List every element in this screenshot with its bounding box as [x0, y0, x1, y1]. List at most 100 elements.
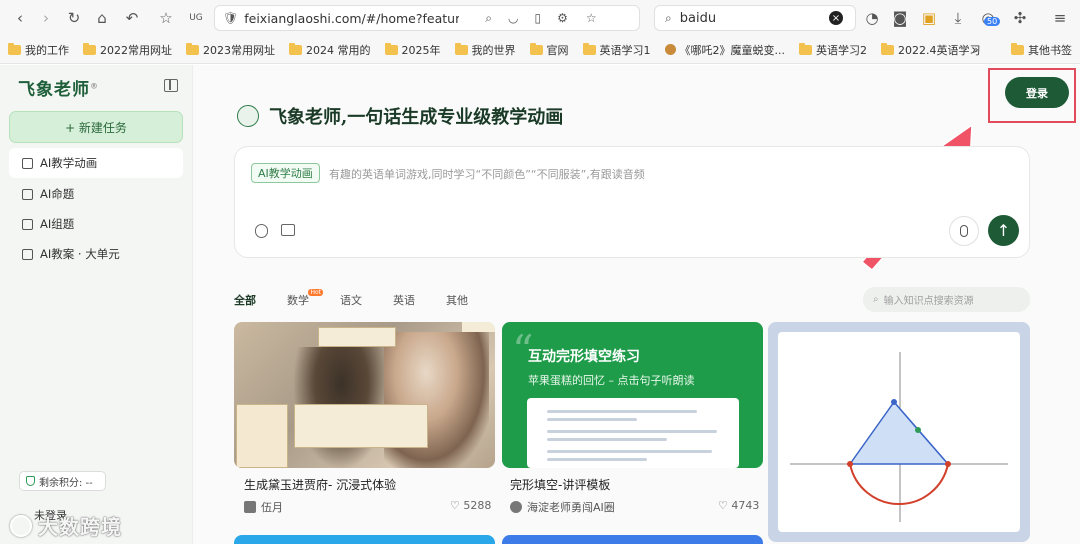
- menu-icon[interactable]: ≡: [1048, 6, 1072, 30]
- sidebar-item-ai-animation[interactable]: AI教学动画: [9, 148, 183, 178]
- undo-icon[interactable]: ↶: [120, 6, 144, 30]
- watermark: 大数跨境: [10, 511, 122, 540]
- paper-icon: [22, 218, 33, 230]
- category-tabs: 全部 数学 Hot 语文 英语 其他: [234, 289, 499, 308]
- geometry-diagram-icon: [790, 352, 1008, 522]
- folder-icon: [1011, 42, 1024, 55]
- back-icon[interactable]: ‹: [8, 6, 32, 30]
- image-icon[interactable]: [281, 224, 295, 236]
- other-bookmarks[interactable]: 其他书签: [1011, 42, 1072, 58]
- page-headline: 飞象老师,一句话生成专业级教学动画: [237, 103, 563, 129]
- secure-icon: 🛡: [223, 11, 239, 25]
- resource-card-image[interactable]: [234, 322, 495, 468]
- favicon-icon: [664, 44, 676, 55]
- attach-icon[interactable]: [255, 224, 268, 238]
- bookmark-item[interactable]: 英语学习1: [582, 42, 651, 58]
- url-text: feixianglaoshi.com/#/home?feature: [244, 10, 460, 26]
- resource-card-image[interactable]: [234, 535, 495, 544]
- folder-icon: [289, 42, 302, 55]
- folder-icon: [186, 42, 199, 55]
- card-likes[interactable]: ♡ 4743: [718, 499, 759, 512]
- folder-icon: [799, 42, 812, 55]
- sidebar-item-ai-paper[interactable]: AI组题: [9, 209, 183, 239]
- address-bar[interactable]: 🛡 feixianglaoshi.com/#/home?feature ⌕ ◡ …: [214, 5, 640, 31]
- extension-icon[interactable]: ⚙: [557, 11, 568, 25]
- zoom-icon[interactable]: ⌕: [485, 11, 492, 26]
- ug-icon[interactable]: UG: [184, 6, 208, 30]
- mic-icon: [960, 225, 968, 237]
- bookmarks-overflow[interactable]: »: [972, 43, 979, 56]
- heart-icon: ♡: [718, 499, 728, 512]
- tab-chinese[interactable]: 语文: [340, 292, 362, 308]
- bookmark-item[interactable]: 我的工作: [8, 42, 69, 58]
- puzzle-icon[interactable]: ✣: [1008, 6, 1032, 30]
- reader-icon[interactable]: ▯: [534, 11, 541, 25]
- card-title[interactable]: 完形填空-讲评模板: [510, 476, 610, 493]
- folder-icon: [454, 42, 468, 55]
- folder-icon: [384, 42, 398, 55]
- resource-card-image[interactable]: [768, 322, 1030, 542]
- avatar: [510, 501, 522, 513]
- home-icon[interactable]: ⌂: [90, 6, 114, 30]
- app-area: 飞象老师® + 新建任务 AI教学动画 AI命题 AI组题 AI教案 · 大单元…: [0, 65, 1080, 544]
- history-icon[interactable]: ◔: [860, 6, 884, 30]
- card-preview: [527, 398, 739, 468]
- sidebar: 飞象老师® + 新建任务 AI教学动画 AI命题 AI组题 AI教案 · 大单元…: [0, 65, 193, 544]
- folder-icon: [881, 42, 894, 55]
- new-task-button[interactable]: + 新建任务: [9, 111, 183, 143]
- tab-english[interactable]: 英语: [393, 292, 415, 308]
- screenshot-icon[interactable]: ◙: [888, 6, 912, 30]
- prompt-box[interactable]: AI教学动画 有趣的英语单词游戏,同时学习“不同颜色”“不同服装”,有跟读音频 …: [234, 146, 1030, 258]
- bookmark-item[interactable]: 官网: [529, 42, 569, 58]
- browser-toolbar: ‹ › ↻ ⌂ ↶ ☆ UG 🛡 feixianglaoshi.com/#/ho…: [0, 0, 1080, 36]
- resource-card-image[interactable]: “ 互动完形填空练习 苹果蛋糕的回忆 – 点击句子听朗读: [502, 322, 763, 468]
- tab-all[interactable]: 全部: [234, 292, 256, 308]
- mic-button[interactable]: [949, 216, 979, 246]
- credits-badge[interactable]: 剩余积分: --: [19, 471, 106, 491]
- mode-tag[interactable]: AI教学动画: [251, 163, 320, 183]
- hot-badge: Hot: [308, 289, 323, 296]
- watermark-logo-icon: [10, 514, 32, 537]
- animation-icon: [22, 157, 33, 169]
- resource-card-image[interactable]: [502, 535, 763, 544]
- folder-icon: [529, 42, 543, 55]
- bookmark-item[interactable]: 《哪吒2》魔童蜕变...: [664, 42, 785, 58]
- card-title[interactable]: 生成黛玉进贾府- 沉浸式体验: [244, 476, 396, 493]
- search-box[interactable]: ⌕ baidu ×: [654, 5, 856, 31]
- sidebar-toggle-icon[interactable]: [164, 79, 178, 92]
- tab-math[interactable]: 数学 Hot: [287, 289, 323, 308]
- bookmark-item[interactable]: 我的世界: [454, 42, 516, 58]
- download-icon[interactable]: ⤓: [946, 6, 970, 30]
- bookmark-item[interactable]: 2025年: [384, 42, 441, 58]
- heart-icon: ♡: [450, 499, 460, 512]
- bookmark-item[interactable]: 2023常用网址: [186, 42, 275, 58]
- search-query: baidu: [679, 10, 717, 26]
- reload-icon[interactable]: ↻: [62, 6, 86, 30]
- cast-icon[interactable]: ◡: [508, 11, 518, 25]
- folder-icon: [83, 42, 96, 55]
- bookmark-item[interactable]: 2022.4英语学习: [881, 42, 981, 58]
- clear-icon[interactable]: ×: [829, 11, 843, 25]
- sidebar-item-ai-questions[interactable]: AI命题: [9, 179, 183, 209]
- sidebar-item-ai-lesson-plan[interactable]: AI教案 · 大单元: [9, 239, 183, 269]
- search-icon: ⌕: [665, 10, 672, 25]
- bookmark-add-icon[interactable]: ☆: [586, 11, 597, 25]
- prompt-placeholder[interactable]: 有趣的英语单词游戏,同时学习“不同颜色”“不同服装”,有跟读音频: [329, 166, 645, 182]
- send-button[interactable]: ↑: [988, 215, 1019, 246]
- search-icon: ⌕: [873, 294, 879, 305]
- bookmark-item[interactable]: 英语学习2: [799, 42, 867, 58]
- bookmarks-bar: 我的工作 2022常用网址 2023常用网址 2024 常用的 2025年 我的…: [0, 36, 1080, 64]
- shield-icon: [26, 476, 35, 486]
- login-button[interactable]: 登录: [1005, 77, 1069, 108]
- knowledge-search-input[interactable]: ⌕ 输入知识点搜索资源: [863, 287, 1030, 312]
- forward-icon[interactable]: ›: [34, 6, 58, 30]
- folder-icon: [582, 42, 596, 55]
- folder-icon: [8, 42, 21, 55]
- note-icon[interactable]: ▣: [917, 6, 941, 30]
- bookmark-item[interactable]: 2024 常用的: [289, 42, 371, 58]
- star-icon[interactable]: ☆: [154, 6, 178, 30]
- card-author: 海淀老师勇闯AI圈: [510, 499, 615, 515]
- bookmark-item[interactable]: 2022常用网址: [83, 42, 172, 58]
- tab-other[interactable]: 其他: [446, 292, 468, 308]
- card-likes[interactable]: ♡ 5288: [450, 499, 491, 512]
